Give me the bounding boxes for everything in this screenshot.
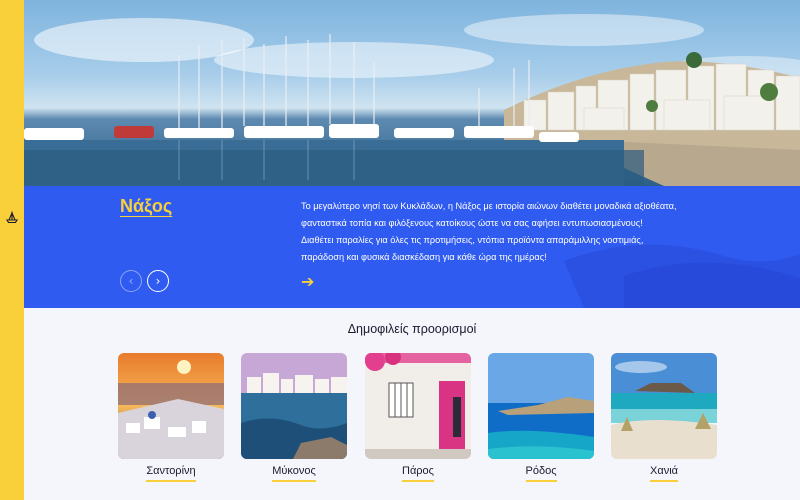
- mykonos-photo[interactable]: [241, 353, 347, 459]
- destination-label[interactable]: Μύκονος: [272, 465, 316, 482]
- rhodes-photo[interactable]: [488, 353, 594, 459]
- destination-card-paros[interactable]: Πάρος: [365, 353, 471, 482]
- featured-island-title[interactable]: Νάξος: [120, 196, 172, 217]
- santorini-photo[interactable]: [118, 353, 224, 459]
- featured-island-description: Το μεγαλύτερο νησί των Κυκλάδων, η Νάξος…: [301, 198, 771, 266]
- description-line: παράδοση και φυσικά διασκέδαση για κάθε …: [301, 252, 547, 262]
- destination-card-rhodes[interactable]: Ρόδος: [488, 353, 594, 482]
- destination-label[interactable]: Χανιά: [650, 465, 678, 482]
- paros-photo[interactable]: [365, 353, 471, 459]
- description-line: Διαθέτει παραλίες για όλες τις προτιμήσε…: [301, 235, 644, 245]
- anchor-icon[interactable]: [3, 210, 21, 224]
- carousel-next-button[interactable]: ›: [147, 270, 169, 292]
- destination-card-chania[interactable]: Χανιά: [611, 353, 717, 482]
- hero-image: [24, 0, 800, 186]
- destination-label[interactable]: Σαντορίνη: [146, 465, 196, 482]
- featured-destination-panel: Νάξος Το μεγαλύτερο νησί των Κυκλάδων, η…: [24, 186, 800, 308]
- destination-card-mykonos[interactable]: Μύκονος: [241, 353, 347, 482]
- description-line: Το μεγαλύτερο νησί των Κυκλάδων, η Νάξος…: [301, 201, 677, 211]
- read-more-arrow-icon[interactable]: ➔: [301, 272, 314, 291]
- popular-destinations-title: Δημοφιλείς προορισμοί: [347, 322, 477, 336]
- destination-label[interactable]: Πάρος: [402, 465, 434, 482]
- chevron-left-icon: ‹: [128, 274, 134, 288]
- carousel-prev-button[interactable]: ‹: [120, 270, 142, 292]
- sidebar: [0, 0, 24, 500]
- destination-label[interactable]: Ρόδος: [525, 465, 557, 482]
- chevron-right-icon: ›: [155, 274, 161, 288]
- destination-card-santorini[interactable]: Σαντορίνη: [118, 353, 224, 482]
- chania-photo[interactable]: [611, 353, 717, 459]
- description-line: φανταστικά τοπία και φιλόξενους κατοίκου…: [301, 218, 643, 228]
